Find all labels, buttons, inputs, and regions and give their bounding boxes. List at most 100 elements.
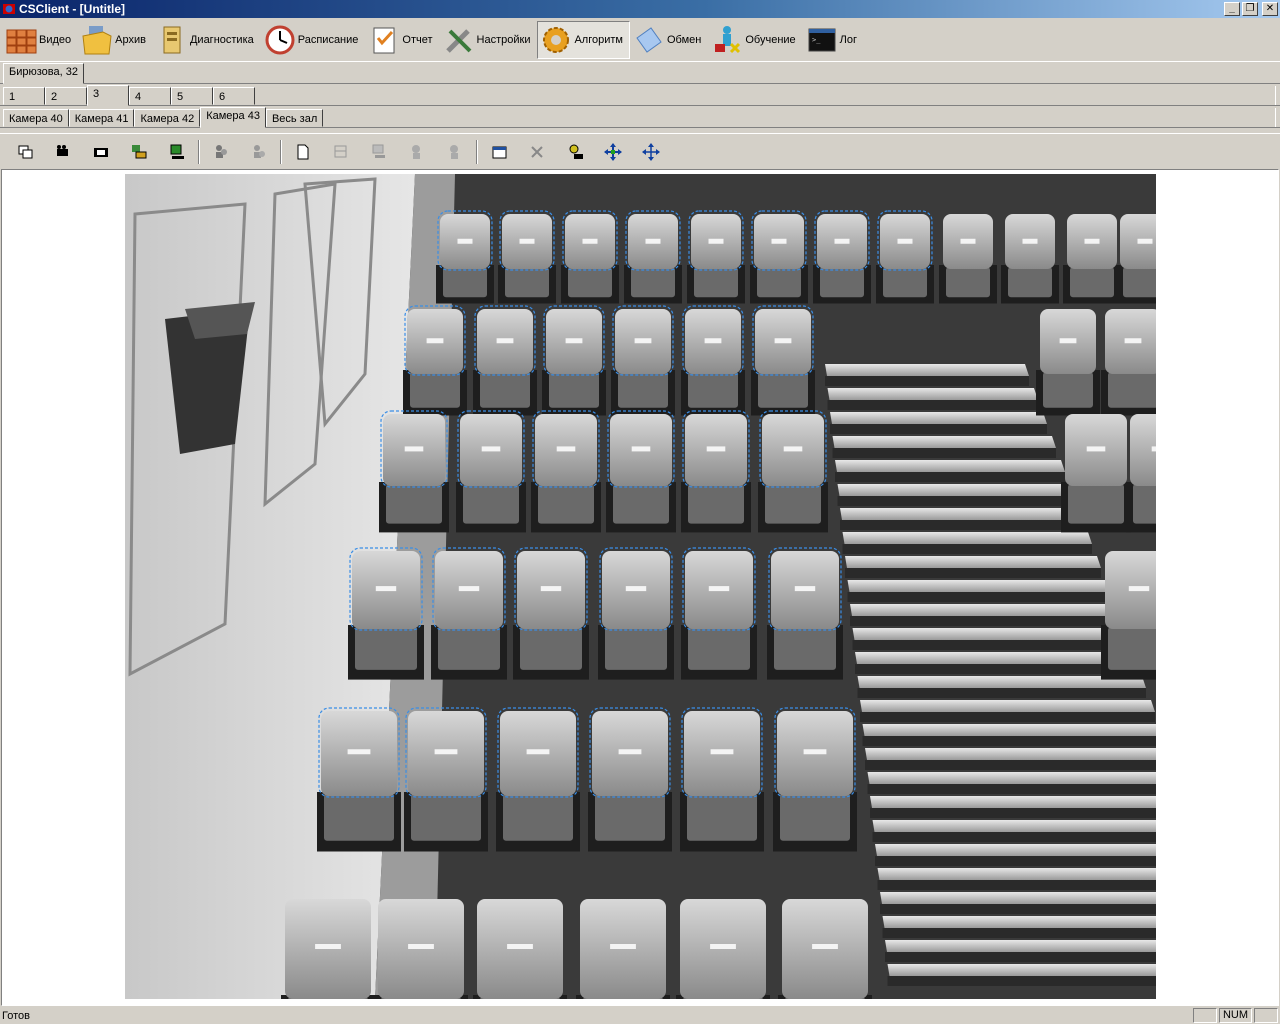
- status-bar: Готов NUM: [0, 1007, 1280, 1024]
- expand-arrows-icon: [642, 142, 660, 161]
- main-toolbar: Видео Архив Диагностика Расписание Отчет Наст…: [0, 19, 1280, 62]
- diagnostics-icon: [156, 24, 188, 56]
- menu-label: Обучение: [745, 34, 796, 46]
- close-button[interactable]: ✕: [1262, 2, 1278, 16]
- person-camera-button[interactable]: [556, 138, 594, 166]
- person-group-button[interactable]: [202, 138, 240, 166]
- film-frame-icon: [94, 147, 108, 157]
- tab-location-1[interactable]: Бирюзова, 32: [3, 63, 84, 84]
- tab-camera-3[interactable]: Камера 42: [134, 109, 201, 127]
- tab-camera-1[interactable]: Камера 40: [3, 109, 69, 127]
- person-group-icon: [216, 144, 227, 158]
- status-pane-empty: [1192, 1008, 1217, 1023]
- tab-number-6[interactable]: 6: [213, 87, 255, 105]
- maximize-button[interactable]: ❐: [1242, 2, 1258, 16]
- properties-icon: [492, 146, 507, 158]
- minimize-button[interactable]: _: [1224, 2, 1240, 16]
- tab-number-1[interactable]: 1: [3, 87, 45, 105]
- window-title: CSClient - [Untitle]: [19, 2, 125, 16]
- menu-label: Отчет: [402, 34, 433, 46]
- menu-clock-button[interactable]: Расписание: [261, 21, 366, 59]
- status-pane-empty-2: [1254, 1008, 1278, 1023]
- tab-camera-2[interactable]: Камера 41: [68, 109, 135, 127]
- menu-label: Видео: [39, 34, 72, 46]
- toolbar-separator: [476, 139, 478, 164]
- network-disabled-icon: [372, 144, 385, 158]
- algorithm-toolbar: [0, 133, 1280, 169]
- menu-video-wall-button[interactable]: Видео: [2, 21, 78, 59]
- app-window: CSClient - [Untitle] _ ❐ ✕ Видео Архив Диа…: [0, 0, 1280, 1024]
- tab-number-3[interactable]: 3: [87, 85, 129, 106]
- tab-number-5[interactable]: 5: [171, 87, 213, 105]
- auditorium-camera-image: [125, 174, 1156, 999]
- tab-camera-4[interactable]: Камера 43: [200, 107, 266, 128]
- camera-tab-row: Камера 40 Камера 41 Камера 42 Камера 43 Весь…: [0, 107, 1280, 128]
- num-lock-indicator: NUM: [1218, 1008, 1252, 1023]
- new-document-icon: [297, 144, 309, 159]
- grid-disabled-icon: [334, 145, 347, 157]
- report-icon: [368, 24, 400, 56]
- location-tab-row: Бирюзова, 32: [0, 63, 1280, 84]
- toolbar-separator: [280, 139, 282, 164]
- tab-number-4[interactable]: 4: [129, 87, 171, 105]
- tab-number-2[interactable]: 2: [45, 87, 87, 105]
- layout-image-button[interactable]: [120, 138, 158, 166]
- menu-console-button[interactable]: >_ Лог: [803, 21, 864, 59]
- menu-diagnostics-button[interactable]: Диагностика: [153, 21, 261, 59]
- menu-label: Диагностика: [189, 34, 254, 46]
- person-search-disabled-button[interactable]: [436, 138, 474, 166]
- menu-exchange-button[interactable]: Обмен: [630, 21, 708, 59]
- menu-tools-button[interactable]: Настройки: [440, 21, 538, 59]
- svg-text:>_: >_: [812, 36, 821, 44]
- menu-archive-folder-button[interactable]: Архив: [78, 21, 153, 59]
- camera-frame[interactable]: [125, 174, 1156, 999]
- archive-folder-icon: [81, 24, 113, 56]
- network-disabled-button[interactable]: [360, 138, 398, 166]
- copy-windows-button[interactable]: [6, 138, 44, 166]
- menu-label: Настройки: [476, 34, 531, 46]
- delete-icon: [531, 145, 543, 158]
- grid-disabled-button[interactable]: [322, 138, 360, 166]
- gear-icon: [540, 24, 572, 56]
- person-search-disabled-icon: [450, 144, 458, 159]
- monitor-network-icon: [170, 144, 184, 159]
- menu-label: Расписание: [297, 34, 359, 46]
- person-group-disabled-button[interactable]: [240, 138, 278, 166]
- title-bar[interactable]: CSClient - [Untitle] _ ❐ ✕: [0, 0, 1280, 18]
- menu-label: Лог: [839, 34, 858, 46]
- person-gear-disabled-button[interactable]: [398, 138, 436, 166]
- status-text: Готов: [2, 1009, 30, 1022]
- properties-button[interactable]: [480, 138, 518, 166]
- move-arrows-button[interactable]: [594, 138, 632, 166]
- video-wall-icon: [5, 24, 37, 56]
- exchange-icon: [633, 24, 665, 56]
- move-arrows-icon: [604, 142, 622, 161]
- menu-label: Архив: [115, 34, 146, 46]
- toolbar-separator: [198, 139, 200, 164]
- number-tab-row: 123456: [0, 85, 1280, 106]
- menu-report-button[interactable]: Отчет: [365, 21, 439, 59]
- menu-training-button[interactable]: Обучение: [708, 21, 802, 59]
- tab-camera-5[interactable]: Весь зал: [265, 109, 324, 127]
- camera-icon: [57, 144, 68, 156]
- menu-label: Обмен: [666, 34, 702, 46]
- copy-windows-icon: [18, 145, 33, 158]
- console-icon: >_: [806, 24, 838, 56]
- layout-image-icon: [132, 144, 147, 158]
- person-group-disabled-icon: [254, 144, 265, 158]
- person-gear-disabled-icon: [412, 144, 420, 159]
- film-frame-button[interactable]: [82, 138, 120, 166]
- clock-icon: [264, 24, 296, 56]
- training-icon: [711, 24, 743, 56]
- app-logo-icon: [3, 4, 15, 14]
- person-camera-icon: [569, 144, 583, 159]
- new-document-button[interactable]: [284, 138, 322, 166]
- camera-viewport[interactable]: [1, 169, 1279, 1006]
- camera-button[interactable]: [44, 138, 82, 166]
- menu-label: Алгоритм: [574, 34, 623, 46]
- monitor-network-button[interactable]: [158, 138, 196, 166]
- delete-button[interactable]: [518, 138, 556, 166]
- expand-arrows-button[interactable]: [632, 138, 670, 166]
- tools-icon: [443, 24, 475, 56]
- menu-gear-button[interactable]: Алгоритм: [537, 21, 630, 59]
